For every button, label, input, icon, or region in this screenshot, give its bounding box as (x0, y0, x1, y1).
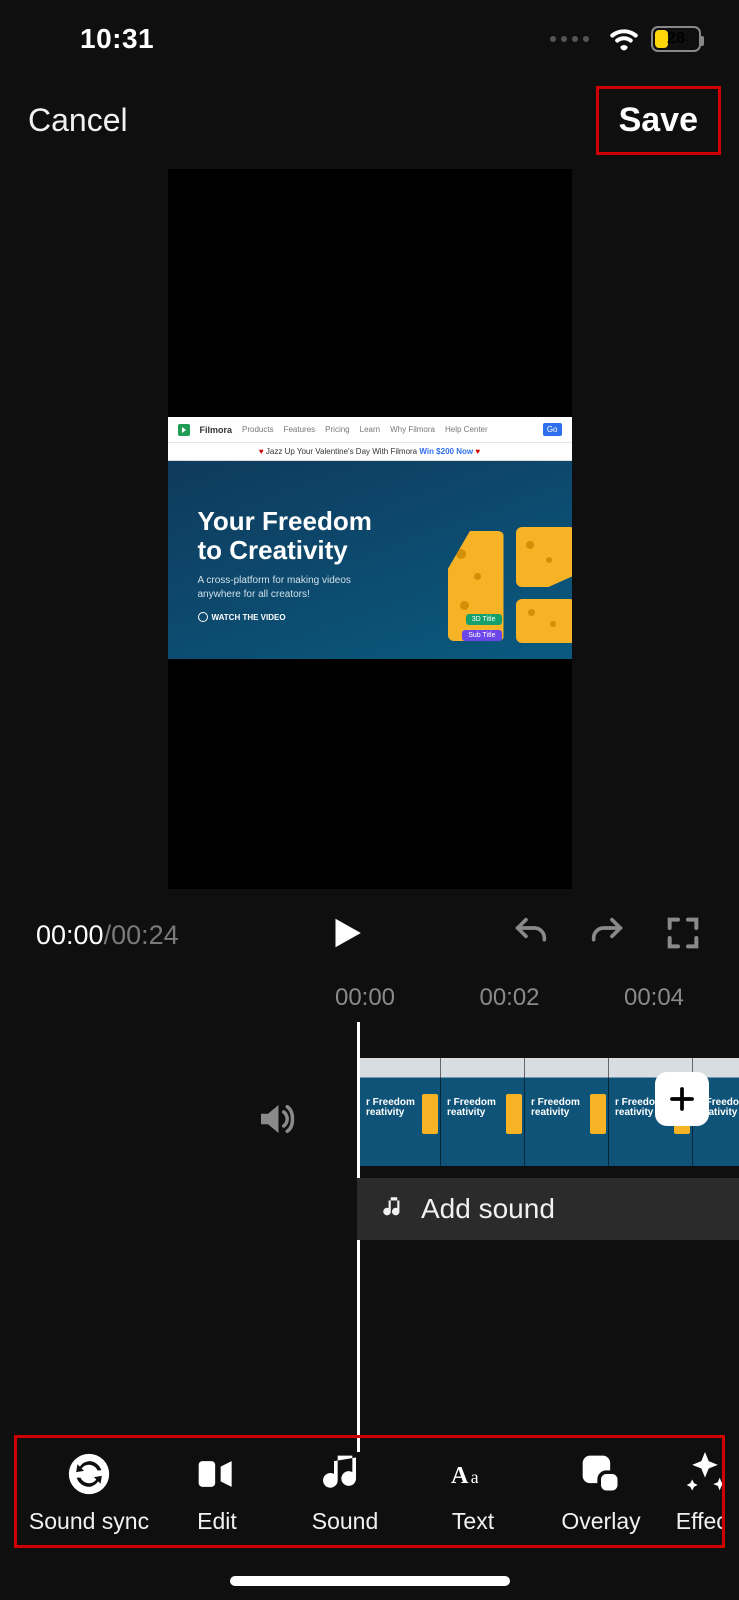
add-clip-button[interactable] (655, 1072, 709, 1126)
effect-icon (683, 1450, 725, 1498)
preview-hero-graphic (442, 501, 572, 659)
preview-nav-btn: Go (543, 423, 562, 436)
video-clip[interactable]: r Freedomreativity (441, 1058, 525, 1166)
timecode: 00:00/00:24 (36, 920, 179, 951)
text-button[interactable]: Aa Text (409, 1450, 537, 1535)
effect-button[interactable]: Effect (665, 1450, 725, 1535)
home-indicator[interactable] (230, 1576, 510, 1586)
preview-nav-item: Help Center (445, 425, 488, 434)
video-clip[interactable]: r Freedomreativity (525, 1058, 609, 1166)
sound-sync-icon (67, 1450, 111, 1498)
status-bar: 10:31 28 (0, 0, 739, 78)
overlay-icon (579, 1450, 623, 1498)
tool-label: Effect (676, 1508, 725, 1535)
preview-nav-item: Features (284, 425, 316, 434)
ruler-mark: 00:04 (609, 984, 699, 1012)
tool-label: Overlay (561, 1508, 640, 1535)
preview-nav-item: Pricing (325, 425, 349, 434)
sound-button[interactable]: Sound (281, 1450, 409, 1535)
signal-dots-icon (550, 36, 589, 42)
edit-button[interactable]: Edit (153, 1450, 281, 1535)
music-note-icon (381, 1194, 407, 1225)
undo-button[interactable] (511, 913, 551, 958)
tool-label: Edit (197, 1508, 237, 1535)
tool-label: Sound sync (29, 1508, 149, 1535)
redo-button[interactable] (587, 913, 627, 958)
tool-label: Text (452, 1508, 494, 1535)
ruler-mark: 00:00 (320, 984, 410, 1012)
preview-banner: ♥ Jazz Up Your Valentine's Day With Film… (168, 443, 572, 461)
duration: 00:24 (111, 920, 179, 950)
svg-text:A: A (451, 1462, 469, 1489)
preview-site-brand: Filmora (200, 425, 233, 435)
track-volume-button[interactable] (254, 1098, 296, 1145)
add-sound-label: Add sound (421, 1193, 555, 1225)
preview-content: Filmora Products Features Pricing Learn … (168, 417, 572, 659)
status-time: 10:31 (80, 23, 154, 55)
battery-level: 28 (653, 30, 699, 48)
tool-label: Sound (312, 1508, 379, 1535)
video-preview[interactable]: Filmora Products Features Pricing Learn … (168, 169, 572, 889)
preview-site-header: Filmora Products Features Pricing Learn … (168, 417, 572, 443)
sound-icon (323, 1450, 367, 1498)
video-clip[interactable]: r Freedomreativity (357, 1058, 441, 1166)
preview-pill-3dtitle: 3D Title (466, 614, 502, 625)
battery-icon: 28 (651, 26, 701, 52)
time-ruler[interactable]: 00:00 00:02 00:04 (0, 960, 739, 1012)
preview-banner-text: Jazz Up Your Valentine's Day With Filmor… (266, 447, 417, 456)
current-time: 00:00 (36, 920, 104, 950)
preview-hero-sub: A cross-platform for making videos anywh… (198, 574, 388, 602)
ruler-mark: 00:02 (465, 984, 555, 1012)
preview-banner-link: Win $200 Now (419, 447, 473, 456)
preview-hero: Your Freedom to Creativity A cross-platf… (168, 461, 572, 659)
preview-nav-item: Why Filmora (390, 425, 435, 434)
add-sound-button[interactable]: Add sound (357, 1178, 739, 1240)
save-button[interactable]: Save (619, 101, 698, 140)
overlay-button[interactable]: Overlay (537, 1450, 665, 1535)
edit-icon (195, 1450, 239, 1498)
playback-row: 00:00/00:24 (0, 889, 739, 960)
bottom-toolbar-highlight: Sound sync Edit Sound Aa Text Overlay Ef… (14, 1435, 725, 1548)
filmora-logo-icon (178, 424, 190, 436)
svg-text:a: a (471, 1467, 479, 1487)
cancel-button[interactable]: Cancel (28, 102, 128, 139)
timeline[interactable]: r Freedomreativity r Freedomreativity r … (0, 1022, 739, 1452)
save-button-highlight: Save (596, 86, 721, 155)
preview-nav-item: Products (242, 425, 274, 434)
preview-nav-item: Learn (360, 425, 380, 434)
play-button[interactable] (326, 911, 364, 960)
text-icon: Aa (451, 1450, 495, 1498)
preview-pill-subtitle: Sub Title (462, 630, 501, 641)
status-right: 28 (550, 26, 701, 52)
wifi-icon (609, 27, 639, 51)
fullscreen-button[interactable] (663, 913, 703, 958)
top-nav: Cancel Save (0, 78, 739, 163)
sound-sync-button[interactable]: Sound sync (25, 1450, 153, 1535)
